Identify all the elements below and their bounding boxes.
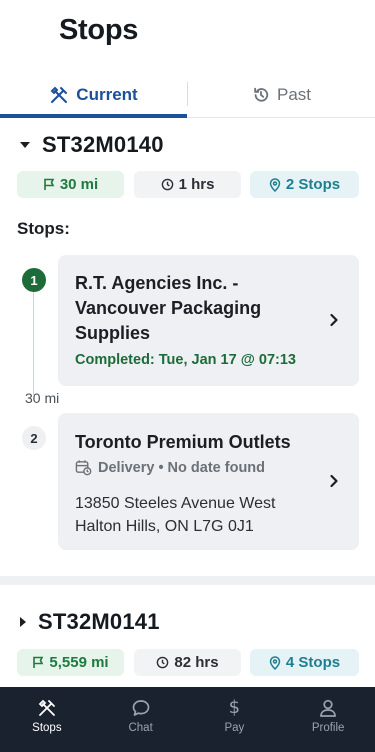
nav-profile-label: Profile	[311, 722, 345, 734]
address-line-2: Halton Hills, ON L7G 0J1	[75, 518, 254, 535]
location-pin-icon	[269, 655, 281, 670]
bottom-nav: Stops Chat $ Pay Profile	[0, 687, 375, 752]
stop-card[interactable]: Toronto Premium Outlets Delivery • No da…	[58, 413, 359, 550]
address-line-1: 13850 Steeles Avenue West	[75, 495, 276, 512]
stop-number-badge: 2	[22, 426, 46, 450]
chat-bubble-icon	[132, 700, 149, 716]
stops-count-value: 2 Stops	[285, 176, 341, 193]
segment-distance: 30 mi	[25, 390, 60, 406]
tab-bar: Current Past	[0, 72, 375, 118]
crossed-tools-icon	[38, 699, 55, 716]
tab-past-label: Past	[276, 84, 312, 104]
trip-header-1[interactable]: ST32M0140	[20, 132, 164, 158]
stops-heading: Stops:	[17, 219, 70, 238]
dollar-icon: $	[228, 697, 241, 718]
flag-icon	[44, 178, 55, 190]
stops-count-value: 4 Stops	[285, 654, 341, 671]
distance-value: 5,559 mi	[49, 654, 109, 671]
trip-id: ST32M0140	[42, 132, 164, 157]
tab-past[interactable]: Past	[188, 72, 375, 117]
clock-icon	[157, 656, 169, 669]
nav-pay-label: Pay	[224, 722, 245, 734]
stop-number-badge: 1	[22, 268, 46, 292]
calendar-clock-icon	[75, 460, 92, 476]
timeline-connector	[33, 290, 34, 395]
section-separator	[0, 576, 375, 585]
crossed-tools-icon	[50, 86, 68, 103]
nav-pay[interactable]: $ Pay	[188, 687, 282, 752]
clock-icon	[161, 178, 173, 191]
stop-status: Delivery • No date found	[75, 459, 265, 476]
nav-stops-label: Stops	[32, 722, 62, 734]
stop-card[interactable]: R.T. Agencies Inc. - Vancouver Packaging…	[58, 255, 359, 386]
nav-stops[interactable]: Stops	[0, 687, 94, 752]
nav-chat[interactable]: Chat	[94, 687, 188, 752]
distance-chip: 5,559 mi	[17, 649, 124, 676]
caret-right-icon	[20, 617, 26, 627]
stop-status-text: Delivery • No date found	[98, 459, 266, 476]
person-icon	[320, 699, 336, 717]
trip-header-2[interactable]: ST32M0141	[20, 609, 160, 635]
caret-down-icon	[20, 142, 30, 148]
stop-address: 13850 Steeles Avenue West Halton Hills, …	[75, 492, 275, 538]
duration-value: 82 hrs	[174, 654, 219, 671]
location-pin-icon	[269, 177, 281, 192]
chevron-right-icon	[330, 474, 338, 488]
duration-chip: 82 hrs	[134, 649, 241, 676]
nav-chat-label: Chat	[128, 722, 153, 734]
stops-count-chip: 4 Stops	[250, 649, 359, 676]
flag-icon	[33, 656, 44, 668]
distance-value: 30 mi	[59, 176, 99, 193]
duration-value: 1 hrs	[178, 176, 215, 193]
tab-current[interactable]: Current	[0, 72, 187, 118]
stop-completed-status: Completed: Tue, Jan 17 @ 07:13	[75, 352, 296, 368]
chevron-right-icon	[330, 313, 338, 327]
stops-count-chip: 2 Stops	[250, 171, 359, 198]
trip-id: ST32M0141	[38, 609, 160, 634]
page-title: Stops	[59, 14, 139, 46]
history-icon	[254, 87, 269, 102]
stop-name: Toronto Premium Outlets	[75, 432, 291, 452]
stop-name: R.T. Agencies Inc. - Vancouver Packaging…	[75, 273, 262, 343]
duration-chip: 1 hrs	[134, 171, 241, 198]
tab-current-label: Current	[76, 84, 138, 104]
nav-profile[interactable]: Profile	[281, 687, 375, 752]
distance-chip: 30 mi	[17, 171, 124, 198]
